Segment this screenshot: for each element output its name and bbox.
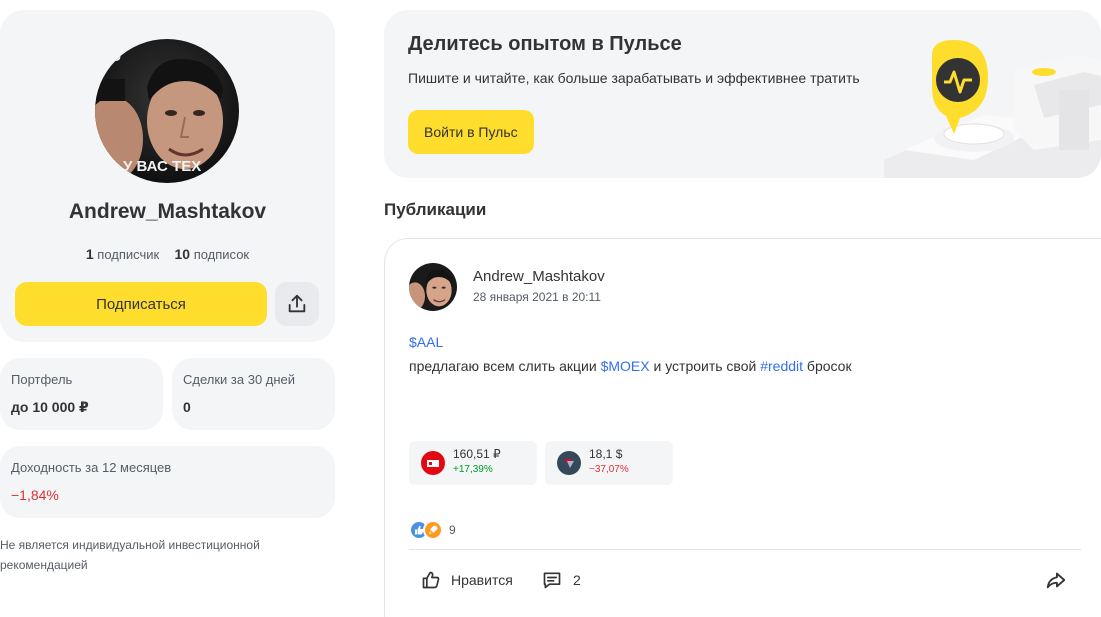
yield-label: Доходность за 12 месяцев xyxy=(11,460,172,475)
ticker-card-moex[interactable]: 160,51 ₽ +17,39% xyxy=(409,441,537,485)
subscribe-button[interactable]: Подписаться xyxy=(15,282,267,326)
deals-label: Сделки за 30 дней xyxy=(183,372,296,387)
avatar-image: У ВАС ТЕХ D xyxy=(95,39,239,183)
yield-value: −1,84% xyxy=(11,487,59,503)
share-post-button[interactable] xyxy=(1045,568,1077,592)
followers-count[interactable]: 1 xyxy=(86,246,94,262)
post-body: $AAL предлагаю всем слить акции $MOEX и … xyxy=(409,330,852,378)
svg-text:D: D xyxy=(111,48,121,64)
aal-logo-icon xyxy=(557,451,581,475)
like-label: Нравится xyxy=(451,572,513,588)
comment-icon xyxy=(543,572,561,589)
profile-username: Andrew_Mashtakov xyxy=(68,200,267,223)
share-upload-icon xyxy=(288,294,306,313)
ticker-change: +17,39% xyxy=(453,464,493,475)
post-card: Andrew_Mashtakov 28 января 2021 в 20:11 … xyxy=(384,238,1101,617)
portfolio-label: Портфель xyxy=(11,372,73,387)
avatar-image xyxy=(409,263,457,311)
yield-card[interactable]: Доходность за 12 месяцев −1,84% xyxy=(0,446,335,518)
profile-card: У ВАС ТЕХ D Andrew_Mashtakov 1 подписчик… xyxy=(0,10,335,342)
follow-counts: 1 подписчик 10 подписок xyxy=(0,246,335,262)
deals-value: 0 xyxy=(183,399,191,415)
deals-card[interactable]: Сделки за 30 дней 0 xyxy=(172,358,335,430)
moex-logo-icon xyxy=(421,451,445,475)
hashtag-reddit[interactable]: #reddit xyxy=(760,358,803,374)
avatar[interactable]: У ВАС ТЕХ D xyxy=(95,39,239,183)
pulse-title: Делитесь опытом в Пульсе xyxy=(408,33,682,55)
pulse-subtitle: Пишите и читайте, как больше зарабатыват… xyxy=(408,70,860,86)
ticker-price: 160,51 ₽ xyxy=(453,447,501,461)
post-author[interactable]: Andrew_Mashtakov xyxy=(473,268,605,285)
ticker-card-aal[interactable]: 18,1 $ −37,07% xyxy=(545,441,673,485)
portfolio-value: до 10 000 ₽ xyxy=(11,399,89,415)
post-author-avatar[interactable] xyxy=(409,263,457,311)
post-text: предлагаю всем слить акции xyxy=(409,358,601,374)
comments-button[interactable]: 2 xyxy=(541,568,581,592)
reactions-summary[interactable]: 9 xyxy=(409,519,456,541)
followers-label[interactable]: подписчик xyxy=(97,247,159,262)
pulse-login-button[interactable]: Войти в Пульс xyxy=(408,110,534,154)
comments-count: 2 xyxy=(573,572,581,588)
post-divider xyxy=(409,549,1081,550)
post-text: и устроить свой xyxy=(649,358,761,374)
disclaimer: Не является индивидуальной инвестиционно… xyxy=(0,538,260,572)
post-date[interactable]: 28 января 2021 в 20:11 xyxy=(473,290,601,304)
ticker-price: 18,1 $ xyxy=(589,447,623,461)
following-count[interactable]: 10 xyxy=(174,246,190,262)
share-button[interactable] xyxy=(275,282,319,326)
thumbs-up-icon xyxy=(422,571,440,589)
avatar-caption: У ВАС ТЕХ xyxy=(123,158,201,175)
ticker-tag-moex[interactable]: $MOEX xyxy=(601,358,650,374)
like-button[interactable]: Нравится xyxy=(421,568,513,592)
publications-title: Публикации xyxy=(384,200,487,219)
post-text: бросок xyxy=(803,358,852,374)
following-label[interactable]: подписок xyxy=(194,247,249,262)
ticker-tag-aal[interactable]: $AAL xyxy=(409,334,443,350)
portfolio-card[interactable]: Портфель до 10 000 ₽ xyxy=(0,358,163,430)
share-arrow-icon xyxy=(1046,572,1066,589)
rocket-reaction-icon xyxy=(423,520,443,540)
reactions-count: 9 xyxy=(449,523,456,537)
pulse-illustration xyxy=(884,40,1101,178)
pulse-banner: Делитесь опытом в Пульсе Пишите и читайт… xyxy=(384,10,1101,178)
ticker-change: −37,07% xyxy=(589,464,629,475)
